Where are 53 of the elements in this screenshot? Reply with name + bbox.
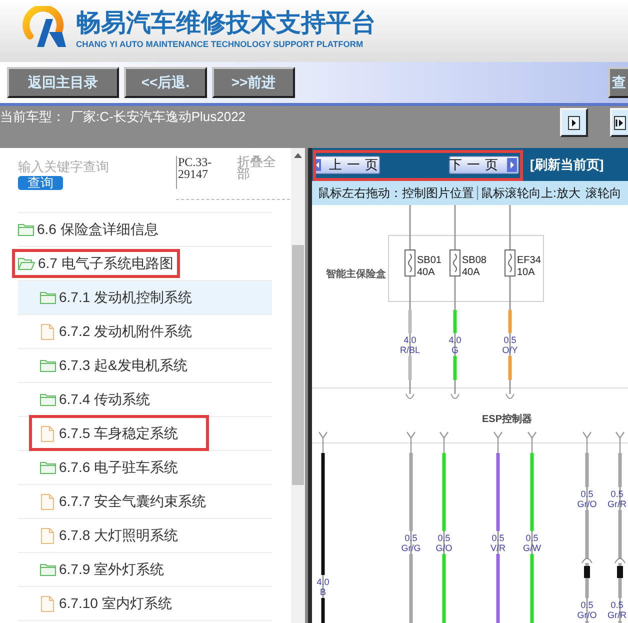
document-icon (41, 426, 54, 442)
refresh-link[interactable]: [刷新当前页] (530, 154, 604, 174)
toolbar-button[interactable]: 查 (608, 67, 628, 98)
site-title: 畅易汽车维修技术支持平台 (76, 8, 376, 38)
document-icon (41, 324, 54, 340)
panel-splitter[interactable] (305, 148, 312, 623)
site-subtitle: CHANG YI AUTO MAINTENANCE TECHNOLOGY SUPPORT PLATFORM (76, 39, 364, 49)
arrow-right-icon (568, 116, 580, 130)
hint-text: 鼠标滚轮向上:放大 (481, 186, 580, 200)
wire-label: 0.5 Gr/O (577, 489, 597, 509)
document-icon (41, 596, 54, 612)
wire-label: 4.0 R/BL (400, 335, 420, 355)
scrollbar[interactable] (291, 148, 305, 623)
bar-arrow-right-icon (614, 116, 626, 130)
module-label: ESP控制器 (482, 414, 532, 425)
wire-label: 0.5 G/O (436, 533, 452, 553)
document-icon (41, 494, 54, 510)
wire-label: 4.0 G (448, 335, 462, 355)
logo-icon (22, 6, 68, 48)
forward-button[interactable] (560, 108, 588, 137)
tree-item[interactable]: 6.7.1 发动机控制系统 (18, 281, 272, 315)
search-button[interactable]: 查询 (18, 176, 63, 190)
fuse-label: SB01 40A (417, 255, 442, 278)
toolbar-button[interactable]: <<后退. (124, 67, 207, 98)
document-icon (41, 528, 54, 544)
search-field[interactable]: 输入关键字查询 (18, 158, 158, 175)
fuse-icon (450, 250, 460, 276)
wire-label: 0.5 G/W (523, 533, 541, 553)
wire-label: 0.5 Gr/G (401, 533, 421, 553)
fuse-label: EF34 10A (517, 255, 541, 278)
code-text: PC.33-29147 (178, 156, 213, 180)
wire-label: 0.5 Gr/R (608, 489, 626, 509)
scroll-up-icon[interactable] (294, 153, 302, 158)
toolbar-button[interactable]: >>前进 (212, 67, 295, 98)
fuse-icon (404, 250, 416, 276)
toolbar-button[interactable]: 返回主目录 (7, 67, 119, 98)
tree-item[interactable]: 6.7.5 车身稳定系统 (18, 417, 272, 451)
vehicle-label: 当前车型： (0, 108, 65, 125)
fuse-box-label: 智能主保险盒 (326, 269, 386, 280)
hint-text: 滚轮向 (585, 186, 622, 200)
arrow-right-icon (507, 158, 517, 172)
wire-label: 0.5 Gr/R (608, 600, 626, 620)
vehicle-value: 厂家:C-长安汽车逸动Plus2022 (70, 108, 246, 125)
wire-label: 0.5 Gr/O (577, 600, 597, 620)
fuse-label: SB08 40A (462, 255, 486, 278)
hint-text: 鼠标左右拖动：控制图片位置 (318, 186, 474, 200)
wire-label: 0.5 V/R (490, 533, 506, 553)
fuse-icon (504, 250, 516, 276)
wire-label: 0.5 O/Y (502, 335, 518, 355)
wire-label: 4.0 B (316, 577, 330, 597)
next-page-button[interactable]: 下一页 (449, 156, 519, 174)
scrollbar-thumb[interactable] (292, 245, 304, 485)
previous-page-button[interactable]: 上一页 (313, 156, 380, 174)
